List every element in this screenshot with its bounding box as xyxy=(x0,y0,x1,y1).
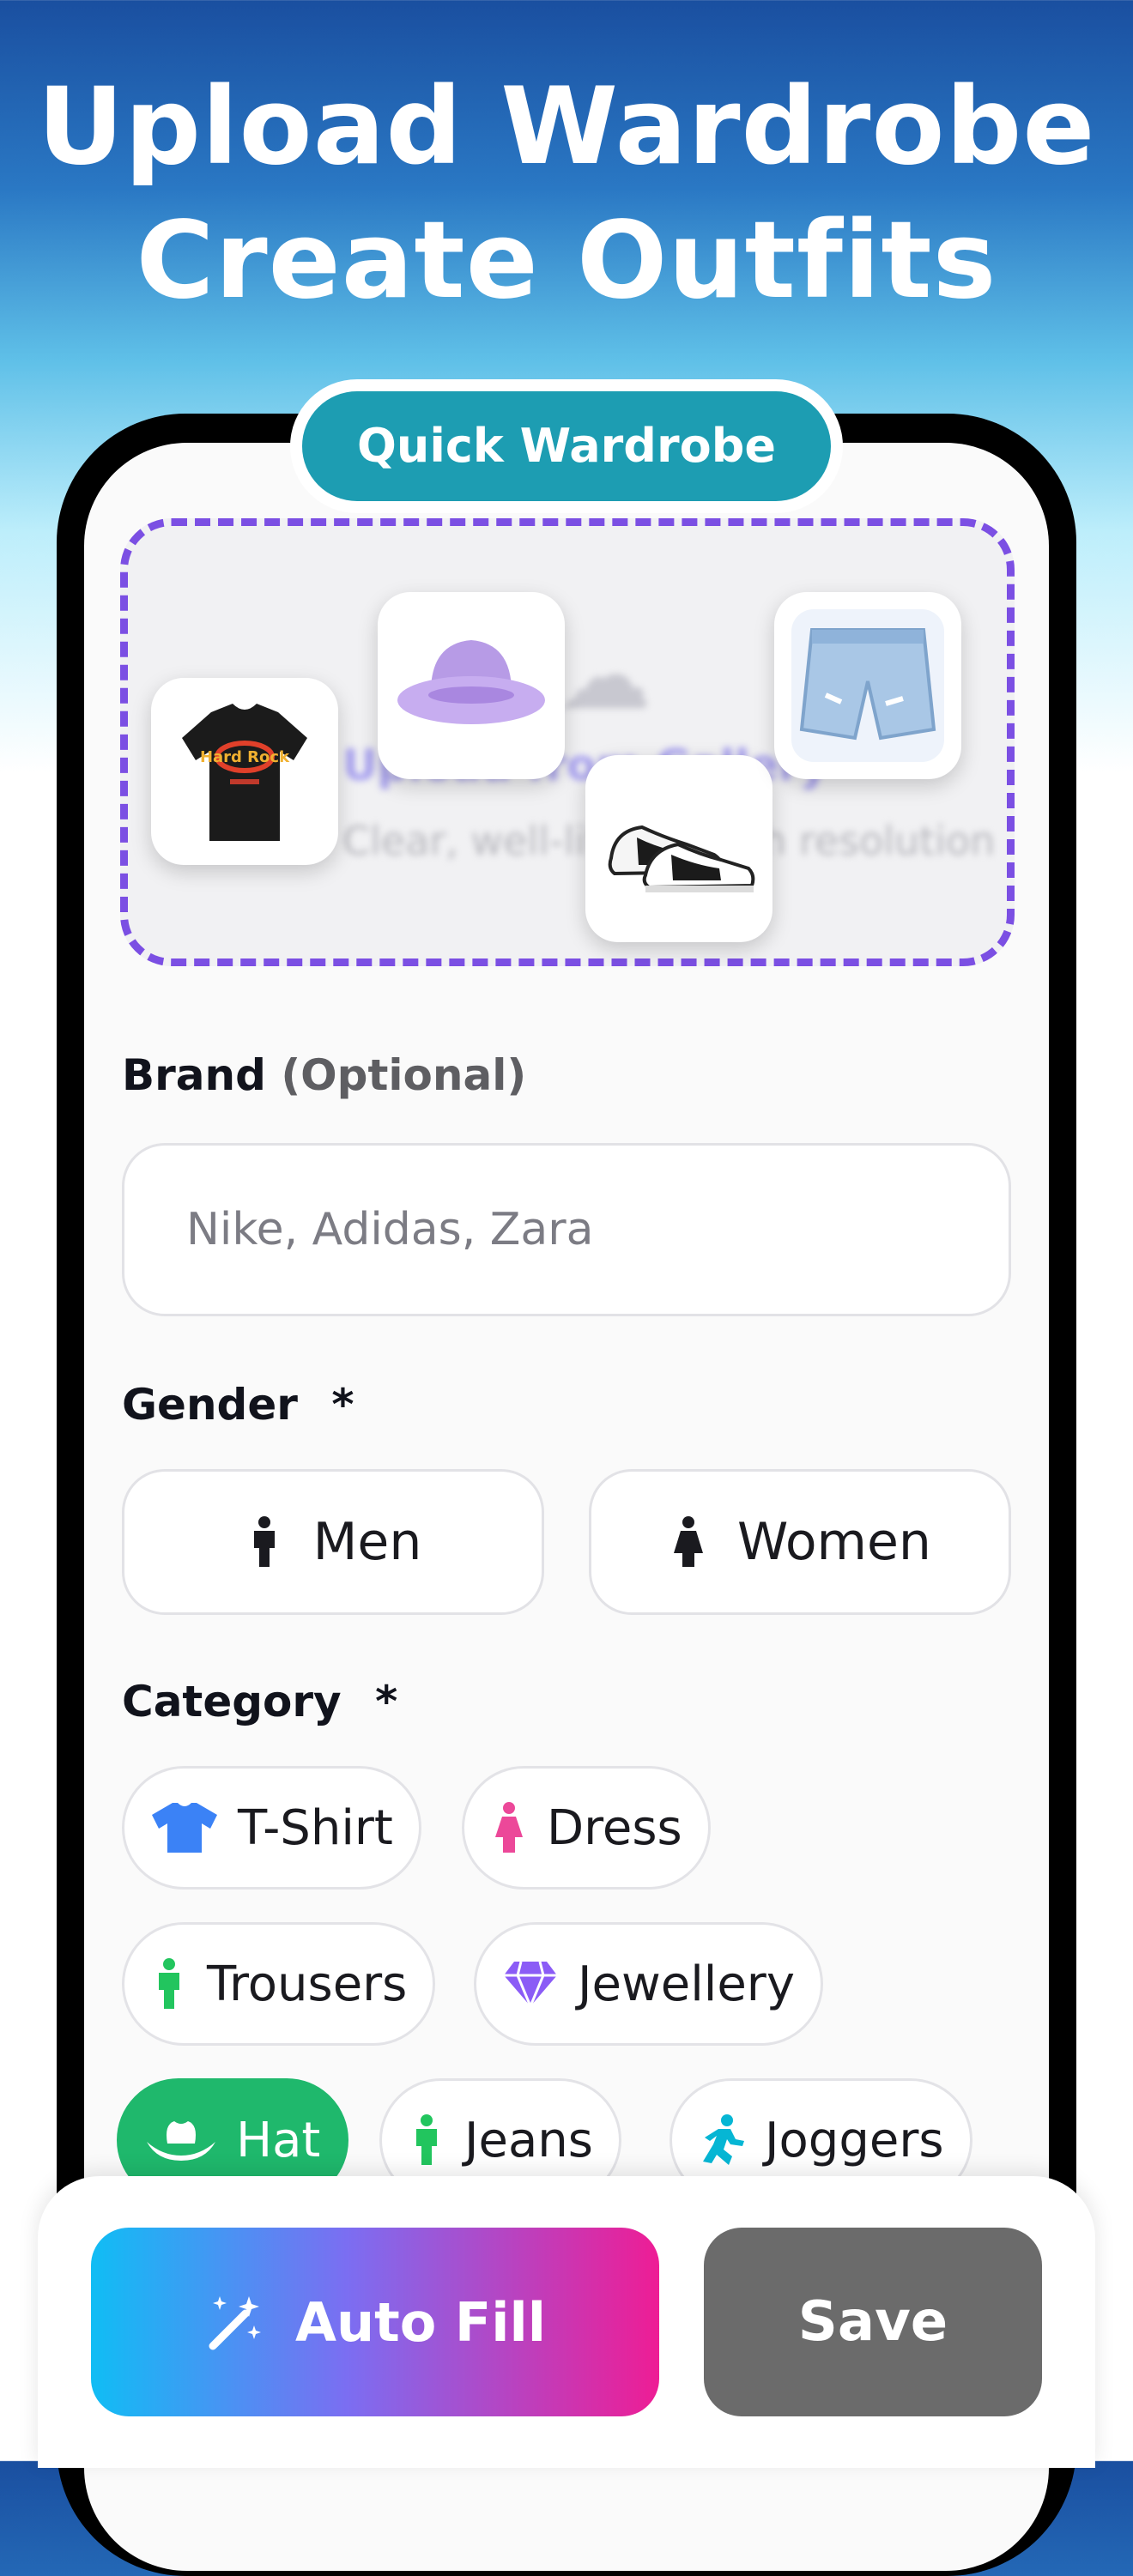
hat-icon xyxy=(147,2121,215,2161)
category-label: Category * xyxy=(122,1677,397,1726)
gender-required-mark: * xyxy=(331,1380,354,1430)
gem-icon xyxy=(504,1961,557,2008)
thumbnail-sneakers[interactable] xyxy=(585,755,772,942)
thumbnail-bucket-hat[interactable] xyxy=(378,592,565,779)
brand-optional-text: (Optional) xyxy=(281,1050,527,1100)
headline-line-1: Upload Wardrobe xyxy=(37,65,1096,189)
auto-fill-button[interactable]: Auto Fill xyxy=(91,2228,659,2416)
category-chip-trousers[interactable]: Trousers xyxy=(122,1922,436,2046)
denim-shorts-image xyxy=(791,609,944,762)
chip-label: Dress xyxy=(547,1799,682,1856)
gender-option-women-label: Women xyxy=(737,1512,931,1572)
category-chip-dress[interactable]: Dress xyxy=(462,1766,711,1890)
gender-option-men[interactable]: Men xyxy=(122,1469,544,1615)
headline: Upload Wardrobe Create Outfits xyxy=(0,60,1133,328)
chip-label: Joggers xyxy=(765,2112,944,2168)
chip-label: Jeans xyxy=(464,2112,593,2168)
gender-option-women[interactable]: Women xyxy=(589,1469,1011,1615)
bucket-hat-image xyxy=(397,640,545,724)
magic-wand-icon xyxy=(209,2296,261,2350)
person-icon xyxy=(159,1958,179,2009)
dress-icon xyxy=(495,1802,523,1853)
thumbnail-tshirt[interactable]: Hard Rock xyxy=(151,678,338,865)
sneakers-image xyxy=(608,825,755,892)
brand-label: Brand (Optional) xyxy=(122,1050,526,1100)
auto-fill-label: Auto Fill xyxy=(294,2290,547,2354)
brand-input[interactable]: Nike, Adidas, Zara xyxy=(122,1143,1011,1316)
category-required-mark: * xyxy=(375,1677,398,1726)
category-label-text: Category xyxy=(122,1677,342,1726)
tshirt-icon xyxy=(152,1803,217,1853)
brand-label-text: Brand xyxy=(122,1050,266,1100)
chip-label: Trousers xyxy=(207,1956,408,2012)
save-button[interactable]: Save xyxy=(704,2228,1042,2416)
quick-wardrobe-badge: Quick Wardrobe xyxy=(302,391,831,501)
svg-text:Hard Rock: Hard Rock xyxy=(200,748,290,766)
chip-label: T-Shirt xyxy=(238,1799,393,1856)
person-icon xyxy=(416,2114,437,2165)
save-label: Save xyxy=(797,2290,948,2354)
person-icon xyxy=(253,1516,275,1567)
chip-label: Hat xyxy=(236,2112,321,2168)
gender-label-text: Gender xyxy=(122,1380,298,1430)
chip-label: Jewellery xyxy=(578,1956,795,2012)
category-chip-jewellery[interactable]: Jewellery xyxy=(474,1922,823,2046)
headline-line-2: Create Outfits xyxy=(136,199,997,323)
gender-label: Gender * xyxy=(122,1380,354,1430)
tshirt-image: Hard Rock xyxy=(182,704,307,841)
cloud-upload-icon: ☁ xyxy=(557,620,651,730)
category-chip-tshirt[interactable]: T-Shirt xyxy=(122,1766,421,1890)
thumbnail-denim-shorts[interactable] xyxy=(774,592,961,779)
gender-option-men-label: Men xyxy=(312,1512,422,1572)
woman-icon xyxy=(674,1516,704,1567)
runner-icon xyxy=(703,2114,744,2165)
brand-input-placeholder: Nike, Adidas, Zara xyxy=(186,1204,594,1255)
